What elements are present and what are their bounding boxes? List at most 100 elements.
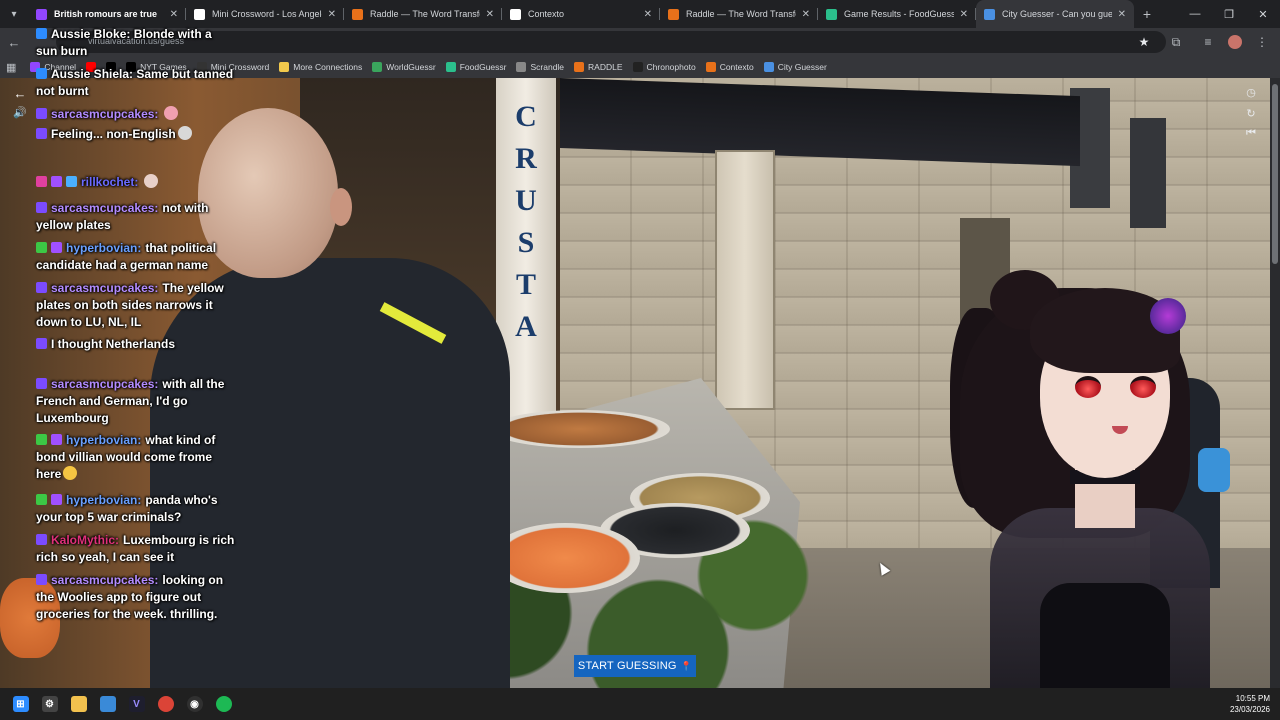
stream-chat-overlay: Aussie Bloke: Blonde with a sun burn Auss… [36,26,236,646]
chat-message: hyperbovian: what kind of bond villian wo… [36,432,236,483]
grid-icon [279,62,290,72]
bookmark-star-icon[interactable]: ★ [1132,35,1156,49]
browser-tab[interactable]: British romours are true ✕ [28,0,186,28]
chat-badge-icon [36,108,47,119]
rewind-icon[interactable]: ⏮ [1240,127,1262,145]
bookmark-item[interactable]: RADDLE [574,62,623,72]
bookmark-item[interactable]: Contexto [705,62,754,72]
globe-icon [372,62,383,72]
chat-text: Aussie Bloke: Blonde with a sun burn [36,27,212,58]
map-pin-icon: 📍 [680,660,693,671]
chat-username[interactable]: sarcasmcupcakes: [51,107,158,121]
chat-badge-icon [51,434,62,445]
document-icon [705,62,716,72]
chat-username[interactable]: hyperbovian: [66,433,141,447]
chat-username[interactable]: KaloMythic: [51,533,119,547]
page-scrollbar[interactable] [1270,78,1280,688]
close-tab-icon[interactable]: ✕ [802,9,810,20]
bookmark-label: FoodGuessr [459,62,507,72]
file-explorer-icon[interactable] [64,688,93,720]
chat-username[interactable]: sarcasmcupcakes: [51,201,158,215]
bookmark-item[interactable]: City Guesser [763,62,827,72]
twitch-icon [36,8,47,20]
system-clock[interactable]: 10:55 PM 23/03/2026 [1230,693,1270,715]
obs-icon[interactable]: ◉ [180,688,209,720]
chat-badge-icon [36,434,47,445]
close-window-icon[interactable]: ✕ [1246,0,1280,28]
start-guessing-button[interactable]: START GUESSING 📍 [574,655,696,677]
browser-tab[interactable]: Raddle — The Word Transform ✕ [344,0,502,28]
chrome-icon[interactable] [151,688,180,720]
scrollbar-thumb[interactable] [1272,84,1278,264]
chat-message: sarcasmcupcakes: [36,106,236,123]
raddle-icon [668,8,679,20]
sign-letter: A [515,310,537,343]
chat-badge-icon [51,242,62,253]
chat-badge-icon [51,494,62,505]
bookmark-label: Chronophoto [646,62,696,72]
browser-tab[interactable]: Mini Crossword - Los Angeles T ✕ [186,0,344,28]
window-controls: — ❐ ✕ [1178,0,1280,28]
reading-list-icon[interactable]: ≡ [1196,35,1220,49]
close-tab-icon[interactable]: ✕ [1118,9,1126,20]
browser-tab[interactable]: Raddle — The Word Transform ✕ [660,0,818,28]
maximize-icon[interactable]: ❐ [1212,0,1246,28]
profile-avatar[interactable] [1228,35,1242,49]
chat-badge-icon [36,534,47,545]
refresh-icon[interactable]: ↻ [1240,107,1262,125]
sign-letter: T [515,268,536,301]
scrandle-icon [516,62,527,72]
close-tab-icon[interactable]: ✕ [486,9,494,20]
chat-message: Aussie Shiela: Same but tanned not burnt [36,66,236,100]
shuttered-window [715,150,775,410]
chat-message: rillkochet: [36,174,236,191]
bookmark-item[interactable]: WorldGuessr [372,62,436,72]
close-tab-icon[interactable]: ✕ [960,9,968,20]
menu-dots-icon[interactable]: ⋮ [1250,35,1274,49]
settings-gear-icon[interactable]: ⚙ [35,688,64,720]
sign-letter: R [515,142,537,175]
bookmark-item[interactable]: Chronophoto [632,62,696,72]
bookmark-item[interactable]: More Connections [279,62,362,72]
vscode-icon[interactable]: V [122,688,151,720]
game-back-arrow-icon[interactable]: ← [10,86,30,102]
chat-username[interactable]: sarcasmcupcakes: [51,573,158,587]
start-windows-icon[interactable]: ⊞ [6,688,35,720]
spotify-icon[interactable] [209,688,238,720]
photos-icon[interactable] [93,688,122,720]
chat-badge-icon [36,242,47,253]
chat-username[interactable]: sarcasmcupcakes: [51,377,158,391]
chat-badge-icon [36,176,47,187]
chat-message: sarcasmcupcakes: The yellow plates on bot… [36,280,236,331]
chat-username[interactable]: rillkochet: [81,175,138,189]
close-tab-icon[interactable]: ✕ [328,9,336,20]
clock-icon[interactable]: ◷ [1240,86,1262,104]
chat-badge-icon [51,176,62,187]
apps-grid-icon[interactable]: ▦ [6,61,16,74]
bookmark-item[interactable]: FoodGuessr [445,62,507,72]
foodguessr-icon [826,8,837,20]
sound-icon[interactable]: 🔊 [10,106,30,122]
tab-search-icon[interactable]: ▾ [0,0,28,28]
shop-sign-text: CRUSTA [510,96,542,348]
chat-username[interactable]: sarcasmcupcakes: [51,281,158,295]
document-icon [510,8,521,20]
back-arrow-icon[interactable]: ← [0,35,28,50]
browser-tab[interactable]: Contexto ✕ [502,0,660,28]
chat-username[interactable]: hyperbovian: [66,493,141,507]
extensions-icon[interactable]: ⧉ [1164,35,1188,50]
browser-tab[interactable]: City Guesser - Can you gue ✕ [976,0,1134,28]
shrimp-tray [490,523,640,593]
chat-badge-icon [36,282,47,293]
tab-strip: ▾ British romours are true ✕ Mini Crosswor… [0,0,1280,28]
close-tab-icon[interactable]: ✕ [644,9,652,20]
minimize-icon[interactable]: — [1178,0,1212,28]
chat-badge-icon [36,378,47,389]
chat-username[interactable]: hyperbovian: [66,241,141,255]
start-guessing-label: START GUESSING [577,660,677,672]
clock-date: 23/03/2026 [1229,705,1270,714]
new-tab-button[interactable]: + [1134,6,1160,22]
close-tab-icon[interactable]: ✕ [170,9,178,20]
bookmark-item[interactable]: Scrandle [516,62,564,72]
browser-tab[interactable]: Game Results - FoodGuessr | F ✕ [818,0,976,28]
